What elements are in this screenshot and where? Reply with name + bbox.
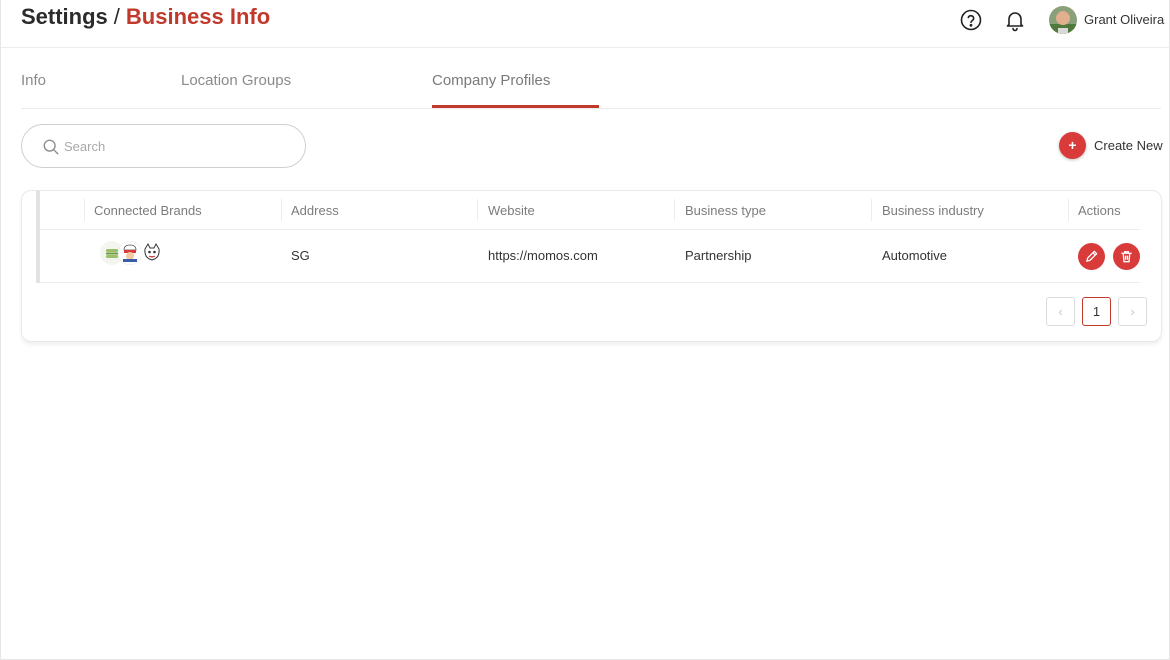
column-header-connected-brands[interactable]: Connected Brands bbox=[94, 203, 202, 218]
active-tab-indicator bbox=[432, 105, 599, 108]
edit-button[interactable] bbox=[1078, 243, 1105, 270]
edit-icon bbox=[1086, 250, 1098, 262]
trash-icon bbox=[1121, 251, 1132, 263]
cell-business-type: Partnership bbox=[685, 248, 752, 263]
column-header-business-type[interactable]: Business type bbox=[685, 203, 766, 218]
breadcrumb: Settings / Business Info bbox=[21, 4, 270, 30]
tab-company-profiles[interactable]: Company Profiles bbox=[432, 72, 550, 89]
breadcrumb-current: Business Info bbox=[125, 4, 271, 29]
table-scroll-edge bbox=[36, 191, 40, 283]
top-header: Settings / Business Info Grant Oliveira bbox=[1, 0, 1170, 48]
user-name[interactable]: Grant Oliveira bbox=[1084, 12, 1164, 27]
bell-icon[interactable] bbox=[1003, 8, 1027, 32]
create-new-label: Create New bbox=[1094, 138, 1163, 153]
cell-address: SG bbox=[291, 248, 310, 263]
pagination-next-button[interactable]: › bbox=[1118, 297, 1147, 326]
search-input[interactable] bbox=[64, 136, 284, 156]
column-divider bbox=[281, 199, 282, 221]
column-header-business-industry[interactable]: Business industry bbox=[882, 203, 984, 218]
column-divider bbox=[871, 199, 872, 221]
column-header-address[interactable]: Address bbox=[291, 203, 339, 218]
column-divider bbox=[1068, 199, 1069, 221]
avatar[interactable] bbox=[1049, 6, 1077, 34]
search-box[interactable] bbox=[21, 124, 306, 168]
column-divider bbox=[674, 199, 675, 221]
breadcrumb-separator: / bbox=[113, 4, 120, 29]
breadcrumb-root[interactable]: Settings bbox=[21, 4, 108, 29]
row-divider bbox=[40, 282, 1140, 283]
help-circle-icon[interactable] bbox=[959, 8, 983, 32]
search-icon bbox=[43, 139, 59, 155]
brand-logo-chef[interactable] bbox=[118, 241, 142, 265]
column-divider bbox=[477, 199, 478, 221]
connected-brands bbox=[100, 241, 166, 267]
app-frame: Settings / Business Info Grant Oliveira In… bbox=[0, 0, 1170, 660]
tab-info[interactable]: Info bbox=[21, 72, 46, 89]
tab-location-groups[interactable]: Location Groups bbox=[181, 72, 291, 89]
tab-bar: Info Location Groups Company Profiles bbox=[21, 48, 1161, 109]
column-header-actions: Actions bbox=[1078, 203, 1121, 218]
column-header-website[interactable]: Website bbox=[488, 203, 535, 218]
pagination-prev-button[interactable]: ‹ bbox=[1046, 297, 1075, 326]
cell-business-industry: Automotive bbox=[882, 248, 948, 263]
plus-icon: + bbox=[1059, 132, 1086, 159]
column-divider bbox=[84, 199, 85, 221]
company-profiles-table: Connected Brands Address Website Busines… bbox=[21, 190, 1162, 342]
cell-website[interactable]: https://momos.com bbox=[488, 248, 598, 263]
delete-button[interactable] bbox=[1113, 243, 1140, 270]
header-divider bbox=[40, 229, 1140, 230]
pagination-page-1[interactable]: 1 bbox=[1082, 297, 1111, 326]
brand-logo-cat[interactable] bbox=[140, 241, 164, 265]
